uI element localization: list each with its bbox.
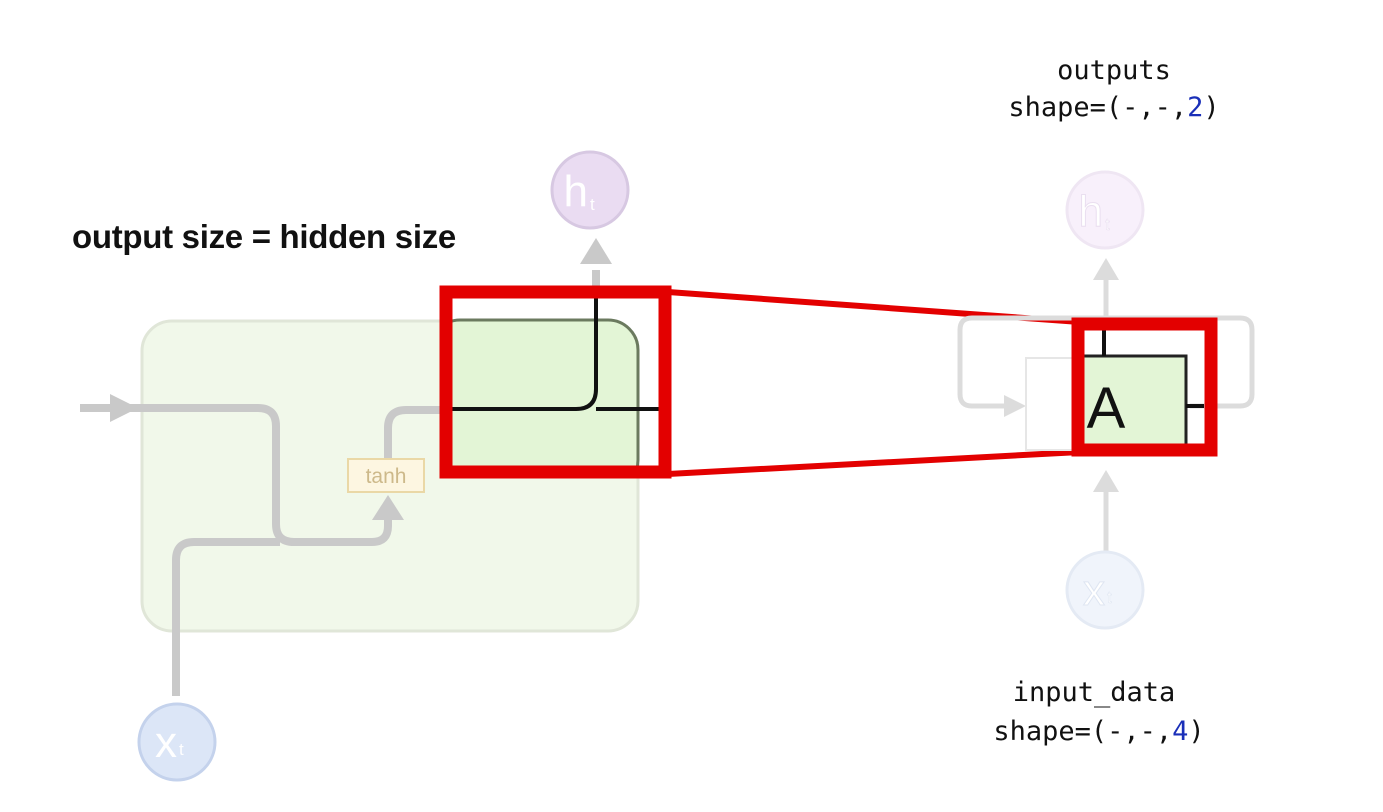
xt-label: x [155, 718, 177, 767]
hidden-state-node: h t [550, 150, 630, 230]
compact-input-arrowhead [1093, 470, 1119, 492]
ht-small-subscript: t [1105, 215, 1110, 234]
hidden-state-arrowhead [110, 394, 138, 422]
recurrent-arrowhead [1004, 395, 1026, 417]
zoom-connector-bottom [667, 449, 1081, 477]
ht-subscript: t [590, 195, 595, 214]
compact-output-arrowhead [1093, 258, 1119, 280]
rnn-cell-diagram: tanh h t x t A h t x t [80, 150, 1255, 782]
zoomed-output-region [448, 295, 662, 470]
tanh-box: tanh [347, 458, 425, 493]
ht-label: h [564, 167, 588, 216]
hidden-state-node-small: h t [1065, 170, 1145, 250]
ht-small-label: h [1079, 187, 1103, 236]
input-node-small: x t [1065, 550, 1145, 630]
ht-arrowhead [580, 238, 612, 264]
tanh-label: tanh [366, 465, 407, 488]
xt-subscript: t [179, 740, 184, 759]
xt-small-subscript: t [1107, 588, 1112, 607]
xt-small-label: x [1083, 566, 1105, 615]
block-a-label: A [1087, 376, 1126, 441]
input-node: x t [137, 702, 217, 782]
